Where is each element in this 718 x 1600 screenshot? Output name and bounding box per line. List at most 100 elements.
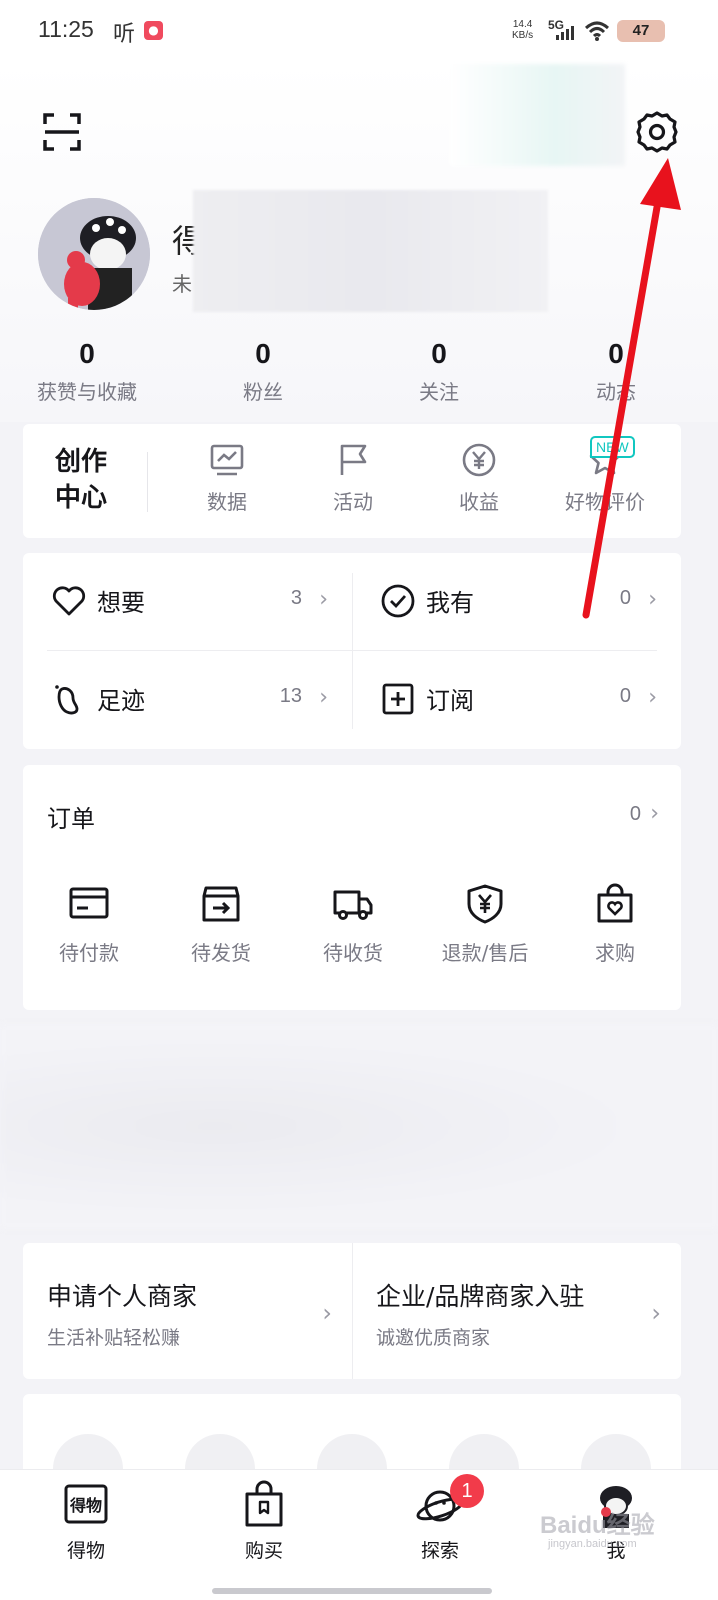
order-wanted-label: 求购 bbox=[595, 941, 635, 965]
gear-icon[interactable] bbox=[635, 110, 679, 154]
orders-count[interactable]: 0 bbox=[630, 803, 641, 826]
stat-likes[interactable]: 0 获赞与收藏 bbox=[7, 338, 167, 405]
nav-buy-label: 购买 bbox=[244, 1540, 283, 1562]
svg-text:得物: 得物 bbox=[69, 1496, 102, 1515]
creation-earnings-label: 收益 bbox=[459, 490, 499, 514]
order-pending-receipt-label: 待收货 bbox=[323, 941, 383, 965]
truck-icon bbox=[333, 890, 373, 920]
order-wanted[interactable]: 求购 bbox=[549, 883, 681, 966]
footprint-icon bbox=[55, 685, 79, 715]
chevron-right-icon: › bbox=[322, 1299, 332, 1327]
status-time: 11:25 bbox=[38, 16, 94, 42]
watermark-url: jingyan.baidu.com bbox=[548, 1538, 637, 1550]
box-icon bbox=[202, 886, 240, 922]
blurred-profile-info bbox=[193, 190, 548, 312]
shopping-bag-icon bbox=[245, 1480, 283, 1527]
blurred-section bbox=[0, 1024, 718, 1229]
network-speed-value: 14.4 bbox=[512, 19, 533, 30]
avatar-illustration-icon bbox=[38, 198, 150, 310]
tool-search-icon[interactable] bbox=[53, 1434, 123, 1474]
flag-icon bbox=[340, 444, 367, 475]
nav-dewu-label: 得物 bbox=[66, 1540, 105, 1562]
creation-review-label: 好物评价 bbox=[565, 490, 645, 514]
scan-icon[interactable] bbox=[42, 112, 82, 152]
collection-subscribe[interactable]: 订阅 0 › bbox=[352, 651, 657, 747]
stat-following-label: 关注 bbox=[419, 380, 459, 404]
wifi-icon bbox=[584, 21, 610, 41]
order-pending-payment-label: 待付款 bbox=[59, 941, 119, 965]
order-pending-receipt[interactable]: 待收货 bbox=[287, 883, 419, 966]
tool-people-icon[interactable] bbox=[185, 1434, 255, 1474]
creation-activity-label: 活动 bbox=[333, 490, 373, 514]
stat-fans-value: 0 bbox=[255, 338, 271, 369]
signal-bars-icon bbox=[556, 26, 574, 40]
order-refund-aftersale[interactable]: 退款/售后 bbox=[419, 883, 551, 966]
enterprise-merchant-subtitle: 诚邀优质商家 bbox=[376, 1327, 491, 1349]
collection-footprint-count: 13 bbox=[279, 685, 302, 707]
orders-title[interactable]: 订单 bbox=[47, 799, 95, 834]
yen-icon bbox=[462, 443, 496, 477]
stat-fans[interactable]: 0 粉丝 bbox=[183, 338, 343, 405]
orders-card: 订单 0 › 待付款 待发货 待收货 退款/售后 求购 bbox=[23, 765, 681, 1010]
user-subtitle: 未 bbox=[172, 272, 192, 296]
avatar[interactable] bbox=[38, 198, 150, 310]
watermark-logo: Baidu经验 bbox=[540, 1512, 655, 1539]
card-icon bbox=[69, 887, 109, 919]
heart-icon bbox=[52, 586, 86, 616]
creation-center-title[interactable]: 创作 中心 bbox=[55, 444, 107, 516]
stat-following-value: 0 bbox=[431, 338, 447, 369]
stat-following[interactable]: 0 关注 bbox=[359, 338, 519, 405]
collection-footprint[interactable]: 足迹 13 › bbox=[23, 651, 328, 747]
order-pending-payment[interactable]: 待付款 bbox=[23, 883, 155, 966]
new-badge: NEW bbox=[590, 436, 635, 458]
creation-center-title-line1: 创作 bbox=[55, 447, 108, 477]
bag-heart-icon bbox=[597, 883, 633, 923]
divider bbox=[147, 452, 148, 512]
order-pending-shipment[interactable]: 待发货 bbox=[155, 883, 287, 966]
collection-have-count: 0 bbox=[619, 587, 631, 609]
shield-yen-icon bbox=[467, 884, 503, 924]
network-speed: 14.4 KB/s bbox=[512, 19, 533, 41]
plus-square-icon bbox=[382, 683, 414, 715]
collection-want-label: 想要 bbox=[97, 589, 145, 617]
nav-dewu[interactable]: 得物 得物 bbox=[36, 1478, 136, 1563]
chevron-right-icon: › bbox=[319, 685, 328, 710]
collection-want-count: 3 bbox=[290, 587, 302, 609]
home-indicator[interactable] bbox=[212, 1588, 492, 1594]
app-notification-icon: ● bbox=[144, 21, 163, 40]
collection-have-label: 我有 bbox=[426, 589, 474, 617]
merchant-card: 申请个人商家 生活补贴轻松赚 › 企业/品牌商家入驻 诚邀优质商家 › bbox=[23, 1243, 681, 1379]
explore-notification-badge: 1 bbox=[450, 1474, 484, 1508]
stat-posts-label: 动态 bbox=[596, 380, 636, 404]
chevron-right-icon: › bbox=[651, 1299, 661, 1327]
collection-subscribe-label: 订阅 bbox=[426, 687, 474, 715]
creation-data-button[interactable]: 数据 bbox=[167, 442, 287, 515]
chevron-right-icon: › bbox=[319, 587, 328, 612]
personal-merchant-button[interactable]: 申请个人商家 生活补贴轻松赚 › bbox=[23, 1243, 352, 1379]
creation-center-card: 创作 中心 数据 活动 收益 好物评价 bbox=[23, 424, 681, 538]
status-listen-label: 听 bbox=[113, 22, 136, 47]
stat-posts-value: 0 bbox=[608, 338, 624, 369]
stat-likes-label: 获赞与收藏 bbox=[37, 380, 137, 404]
check-circle-icon bbox=[381, 584, 415, 618]
creation-activity-button[interactable]: 活动 bbox=[293, 442, 413, 515]
nav-buy[interactable]: 购买 bbox=[214, 1478, 314, 1563]
stat-likes-value: 0 bbox=[79, 338, 95, 369]
enterprise-merchant-title: 企业/品牌商家入驻 bbox=[376, 1282, 585, 1311]
chevron-right-icon[interactable]: › bbox=[650, 801, 659, 826]
collection-want[interactable]: 想要 3 › bbox=[23, 553, 328, 649]
collection-have[interactable]: 我有 0 › bbox=[352, 553, 657, 649]
collection-footprint-label: 足迹 bbox=[97, 687, 145, 715]
tool-bulb-icon[interactable] bbox=[317, 1434, 387, 1474]
personal-merchant-title: 申请个人商家 bbox=[47, 1282, 198, 1311]
tool-ruler-icon[interactable] bbox=[449, 1434, 519, 1474]
tools-card bbox=[23, 1394, 681, 1474]
order-pending-shipment-label: 待发货 bbox=[191, 941, 251, 965]
tool-ticket-icon[interactable] bbox=[581, 1434, 651, 1474]
enterprise-merchant-button[interactable]: 企业/品牌商家入驻 诚邀优质商家 › bbox=[352, 1243, 681, 1379]
creation-earnings-button[interactable]: 收益 bbox=[419, 442, 539, 515]
chart-icon bbox=[210, 444, 244, 476]
stat-posts[interactable]: 0 动态 bbox=[536, 338, 696, 405]
status-bar: 11:25 听 ● 14.4 KB/s 5G 47 bbox=[0, 0, 718, 62]
personal-merchant-subtitle: 生活补贴轻松赚 bbox=[47, 1327, 181, 1349]
